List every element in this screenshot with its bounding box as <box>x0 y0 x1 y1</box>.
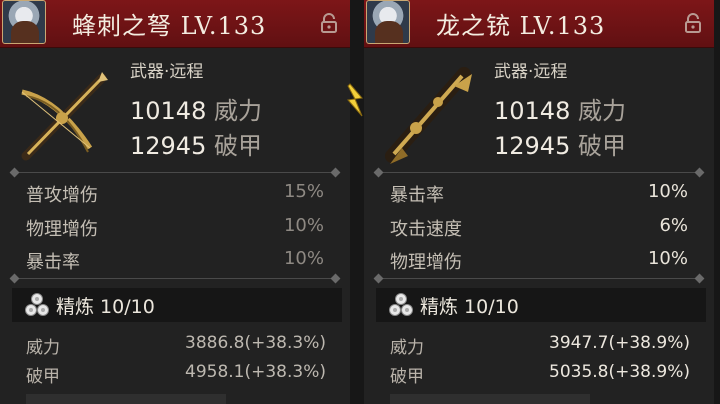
refine-stat-row: 破甲 5035.8(+38.9%) <box>390 362 690 387</box>
weapon-title: 蜂刺之弩 LV.133 <box>72 6 266 41</box>
sub-stat-row: 暴击率 10% <box>390 181 688 207</box>
sub-stat-row: 暴击率 10% <box>26 248 324 274</box>
padlock-icon[interactable] <box>682 12 704 34</box>
sub-stat-name: 物理增伤 <box>390 252 462 273</box>
armor-pierce-value: 12945 <box>494 132 571 160</box>
divider <box>373 273 705 284</box>
card-header: 龙之铳 LV.133 <box>364 0 714 48</box>
armor-pierce-stat: 12945 破甲 <box>130 126 262 161</box>
sub-stat-row: 攻击速度 6% <box>390 215 688 241</box>
divider <box>373 167 705 178</box>
divider <box>9 167 341 178</box>
refine-section: 精炼 10/10 <box>12 288 342 322</box>
sub-stat-row: 物理增伤 10% <box>26 215 324 241</box>
sub-stat-name: 攻击速度 <box>390 219 462 240</box>
refine-stat-name: 威力 <box>26 338 60 358</box>
refine-stat-row: 破甲 4958.1(+38.3%) <box>26 362 326 387</box>
next-section-peek <box>26 394 226 404</box>
character-avatar[interactable] <box>366 0 410 44</box>
sub-stat-value: 15% <box>283 181 324 202</box>
sub-stat-value: 10% <box>647 248 688 269</box>
lightning-arrow-icon <box>347 83 363 117</box>
weapon-level: LV.133 <box>519 12 606 40</box>
sub-stat-value: 10% <box>283 215 324 236</box>
refine-stat-row: 威力 3886.8(+38.3%) <box>26 333 326 358</box>
next-section-peek <box>390 394 590 404</box>
weapon-card-right[interactable]: 龙之铳 LV.133 武器·远程 10148 威力 12945 破甲 暴击率 1… <box>364 0 714 404</box>
armor-pierce-value: 12945 <box>130 132 207 160</box>
refine-level: 精炼 10/10 <box>56 296 155 318</box>
card-header: 蜂刺之弩 LV.133 <box>0 0 350 48</box>
power-value: 10148 <box>130 97 207 125</box>
refine-stat-value: 5035.8(+38.9%) <box>549 362 690 382</box>
refine-gems-icon <box>389 293 413 316</box>
sub-stat-value: 10% <box>283 248 324 269</box>
sub-stat-name: 物理增伤 <box>26 219 98 240</box>
weapon-type: 武器·远程 <box>494 62 568 82</box>
refine-gems-icon <box>25 293 49 316</box>
armor-pierce-label: 破甲 <box>214 132 262 160</box>
power-stat: 10148 威力 <box>130 91 262 126</box>
power-label: 威力 <box>578 97 626 125</box>
armor-pierce-label: 破甲 <box>578 132 626 160</box>
refine-stat-value: 3886.8(+38.3%) <box>185 333 326 353</box>
weapon-card-left[interactable]: 蜂刺之弩 LV.133 武器·远程 10148 威力 12945 破甲 普攻增伤… <box>0 0 350 404</box>
power-value: 10148 <box>494 97 571 125</box>
sub-stat-name: 暴击率 <box>26 252 80 273</box>
refine-stat-value: 3947.7(+38.9%) <box>549 333 690 353</box>
padlock-icon[interactable] <box>318 12 340 34</box>
refine-level: 精炼 10/10 <box>420 296 519 318</box>
weapon-title: 龙之铳 LV.133 <box>436 6 605 41</box>
weapon-name: 蜂刺之弩 <box>72 12 172 40</box>
sub-stat-name: 普攻增伤 <box>26 185 98 206</box>
weapon-level: LV.133 <box>180 12 267 40</box>
sub-stat-value: 10% <box>647 181 688 202</box>
sub-stat-name: 暴击率 <box>390 185 444 206</box>
weapon-type: 武器·远程 <box>130 62 204 82</box>
refine-stat-value: 4958.1(+38.3%) <box>185 362 326 382</box>
refine-stat-row: 威力 3947.7(+38.9%) <box>390 333 690 358</box>
refine-stat-name: 破甲 <box>390 367 424 387</box>
power-stat: 10148 威力 <box>494 91 626 126</box>
divider <box>9 273 341 284</box>
character-avatar[interactable] <box>2 0 46 44</box>
refine-stat-name: 威力 <box>390 338 424 358</box>
sub-stat-row: 普攻增伤 15% <box>26 181 324 207</box>
armor-pierce-stat: 12945 破甲 <box>494 126 626 161</box>
crossbow-icon <box>21 72 108 161</box>
weapon-name: 龙之铳 <box>436 12 511 40</box>
refine-section: 精炼 10/10 <box>376 288 706 322</box>
power-label: 威力 <box>214 97 262 125</box>
sub-stat-value: 6% <box>659 215 688 236</box>
refine-stat-name: 破甲 <box>26 367 60 387</box>
sub-stat-row: 物理增伤 10% <box>390 248 688 274</box>
dragon-gun-icon <box>385 67 472 164</box>
